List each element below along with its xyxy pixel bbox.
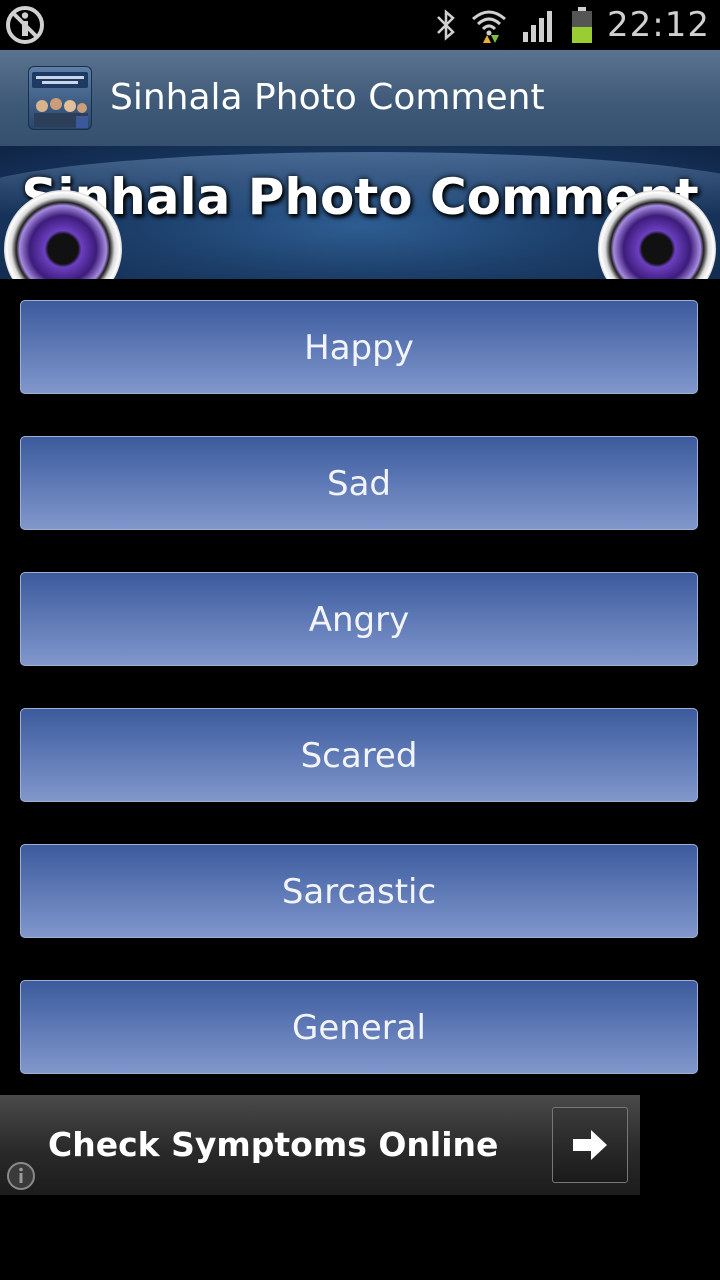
- app-title: Sinhala Photo Comment: [110, 77, 545, 118]
- wifi-icon: [472, 10, 507, 43]
- sarcastic-button[interactable]: Sarcastic: [20, 844, 698, 938]
- accessibility-icon: [6, 6, 44, 44]
- camera-lens-icon: [598, 190, 716, 279]
- ad-banner[interactable]: Check Symptoms Online: [0, 1095, 640, 1195]
- camera-lens-icon: [4, 190, 122, 279]
- ad-arrow-button[interactable]: [552, 1107, 628, 1183]
- info-icon[interactable]: [6, 1161, 36, 1191]
- battery-icon: [572, 7, 593, 43]
- action-bar: Sinhala Photo Comment: [0, 50, 720, 147]
- status-indicators: 22:12: [435, 0, 710, 50]
- signal-icon: [523, 11, 553, 42]
- bluetooth-icon: [437, 9, 455, 41]
- app-logo-icon: [28, 66, 92, 130]
- app-logo-graphic: [32, 72, 88, 128]
- arrow-right-icon: [573, 1130, 607, 1160]
- ad-text[interactable]: Check Symptoms Online: [48, 1095, 498, 1195]
- general-button[interactable]: General: [20, 980, 698, 1074]
- angry-button[interactable]: Angry: [20, 572, 698, 666]
- scared-button[interactable]: Scared: [20, 708, 698, 802]
- sad-button[interactable]: Sad: [20, 436, 698, 530]
- happy-button[interactable]: Happy: [20, 300, 698, 394]
- status-time: 22:12: [607, 5, 710, 45]
- status-bar: 22:12: [0, 0, 720, 50]
